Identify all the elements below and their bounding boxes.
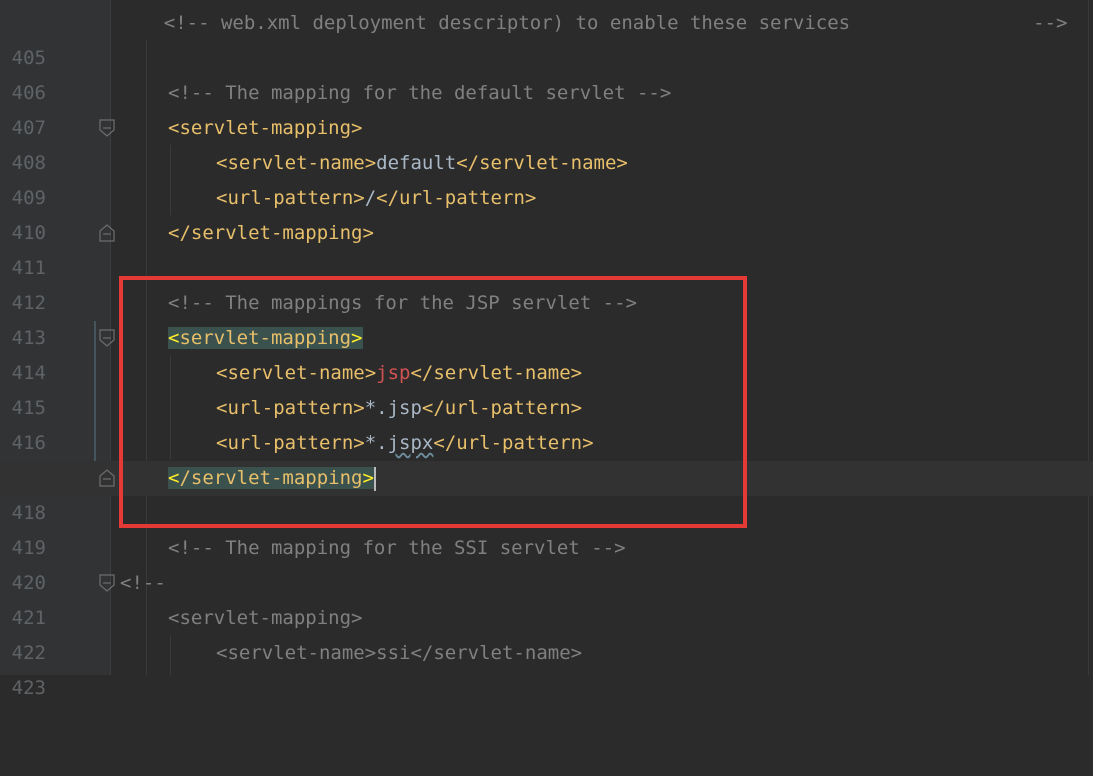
tag-value: / [364,187,377,209]
code-line[interactable]: 423 <servlet-name>ssi</servlet-name> [0,636,1093,699]
code-line[interactable]: 409 <servlet-name>default</servlet-name> [0,146,1093,209]
tag-value: default [376,152,457,174]
fold-open-icon[interactable] [99,119,115,137]
code-line[interactable]: 407 <!-- The mapping for the default ser… [0,76,1093,139]
code-line[interactable]: 411 </servlet-mapping> [0,216,1093,279]
code-line[interactable]: 422 <servlet-mapping> [0,601,1093,664]
code-line[interactable]: 421 <!-- [0,566,1093,629]
comment: <!-- The mapping for the SSI servlet --> [168,537,626,559]
fold-close-icon[interactable] [99,224,115,242]
red-highlight-box [119,276,747,528]
xml-tag: <servlet-name> [216,152,377,174]
comment: <servlet-mapping> [168,607,363,629]
comment: <servlet-name> [216,642,377,664]
comment: <!-- [120,572,166,594]
code-line[interactable]: 405 <!-- web.xml deployment descriptor) … [0,6,1093,69]
xml-tag: </servlet-mapping> [168,222,374,244]
code-line[interactable]: 420 <!-- The mapping for the SSI servlet… [0,531,1093,594]
code-line[interactable]: 408 <servlet-mapping> [0,111,1093,174]
line-number: 423 [11,677,46,699]
fold-open-icon[interactable] [99,574,115,592]
comment: </servlet-name> [410,642,583,664]
xml-tag: <url-pattern> [216,187,365,209]
xml-tag: <servlet-mapping> [168,117,363,139]
comment: <!-- The mapping for the default servlet… [168,82,672,104]
xml-tag: </url-pattern> [376,187,537,209]
code-line[interactable]: 410 <url-pattern>/</url-pattern> [0,181,1093,244]
code-line[interactable]: 406 [0,41,1093,104]
fold-open-icon[interactable] [99,329,115,347]
fold-close-icon[interactable] [99,469,115,487]
comment: ssi [376,642,411,664]
xml-tag: </servlet-name> [456,152,628,174]
comment: <!-- web.xml deployment descriptor) to e… [118,12,1068,34]
